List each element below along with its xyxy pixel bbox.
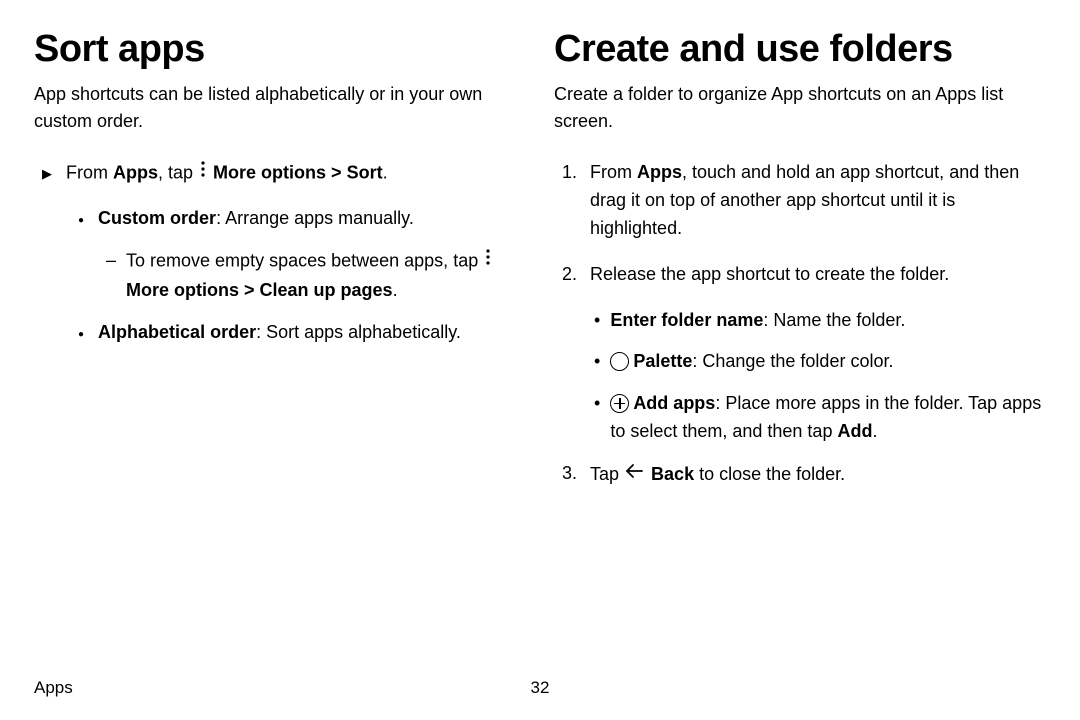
heading-sort-apps: Sort apps bbox=[34, 28, 526, 71]
item-enter-name: • Enter folder name: Name the folder. bbox=[594, 307, 1046, 335]
palette-icon bbox=[610, 352, 629, 371]
step-1: 1. From Apps, touch and hold an app shor… bbox=[554, 159, 1046, 243]
item-palette: • Palette: Change the folder color. bbox=[594, 348, 1046, 376]
item-text: Enter folder name: Name the folder. bbox=[610, 307, 905, 335]
step-text: Release the app shortcut to create the f… bbox=[590, 261, 949, 289]
more-options-icon bbox=[485, 247, 491, 275]
more-options-icon bbox=[200, 159, 206, 187]
item-text: Alphabetical order: Sort apps alphabetic… bbox=[98, 319, 461, 347]
item-text: Custom order: Arrange apps manually. bbox=[98, 205, 414, 233]
add-icon bbox=[610, 394, 629, 413]
two-column-layout: Sort apps App shortcuts can be listed al… bbox=[34, 28, 1046, 509]
intro-create-folders: Create a folder to organize App shortcut… bbox=[554, 81, 1046, 135]
intro-sort-apps: App shortcuts can be listed alphabetical… bbox=[34, 81, 526, 135]
item-add-apps: • Add apps: Place more apps in the folde… bbox=[594, 390, 1046, 446]
back-arrow-icon bbox=[624, 460, 644, 488]
footer-page-number: 32 bbox=[531, 678, 550, 698]
right-column: Create and use folders Create a folder t… bbox=[554, 28, 1046, 509]
step-3: 3. Tap Back to close the folder. bbox=[554, 460, 1046, 491]
heading-create-folders: Create and use folders bbox=[554, 28, 1046, 71]
bullet-icon: ● bbox=[78, 213, 84, 229]
bullet-icon: • bbox=[594, 307, 600, 335]
item-text: Add apps: Place more apps in the folder.… bbox=[610, 390, 1046, 446]
number-marker: 1. bbox=[562, 159, 580, 187]
step-from-apps: ▶ From Apps, tap More options > Sort. bbox=[34, 159, 526, 189]
number-marker: 3. bbox=[562, 460, 580, 488]
left-column: Sort apps App shortcuts can be listed al… bbox=[34, 28, 526, 509]
bullet-icon: • bbox=[594, 348, 600, 376]
bullet-icon: ● bbox=[78, 327, 84, 343]
dash-bullet-icon: – bbox=[106, 247, 116, 275]
step-text: From Apps, touch and hold an app shortcu… bbox=[590, 159, 1046, 243]
step-text: From Apps, tap More options > Sort. bbox=[66, 159, 388, 189]
item-text: Palette: Change the folder color. bbox=[610, 348, 893, 376]
item-remove-spaces: – To remove empty spaces between apps, t… bbox=[106, 247, 526, 305]
number-marker: 2. bbox=[562, 261, 580, 289]
triangle-bullet-icon: ▶ bbox=[42, 164, 52, 184]
step-2: 2. Release the app shortcut to create th… bbox=[554, 261, 1046, 289]
bullet-icon: • bbox=[594, 390, 600, 418]
step-text: Tap Back to close the folder. bbox=[590, 460, 845, 491]
manual-page: Sort apps App shortcuts can be listed al… bbox=[0, 0, 1080, 720]
footer-section-label: Apps bbox=[34, 678, 73, 697]
item-alphabetical: ● Alphabetical order: Sort apps alphabet… bbox=[78, 319, 526, 347]
item-custom-order: ● Custom order: Arrange apps manually. bbox=[78, 205, 526, 233]
page-footer: Apps 32 bbox=[34, 678, 1046, 698]
item-text: To remove empty spaces between apps, tap… bbox=[126, 247, 526, 305]
